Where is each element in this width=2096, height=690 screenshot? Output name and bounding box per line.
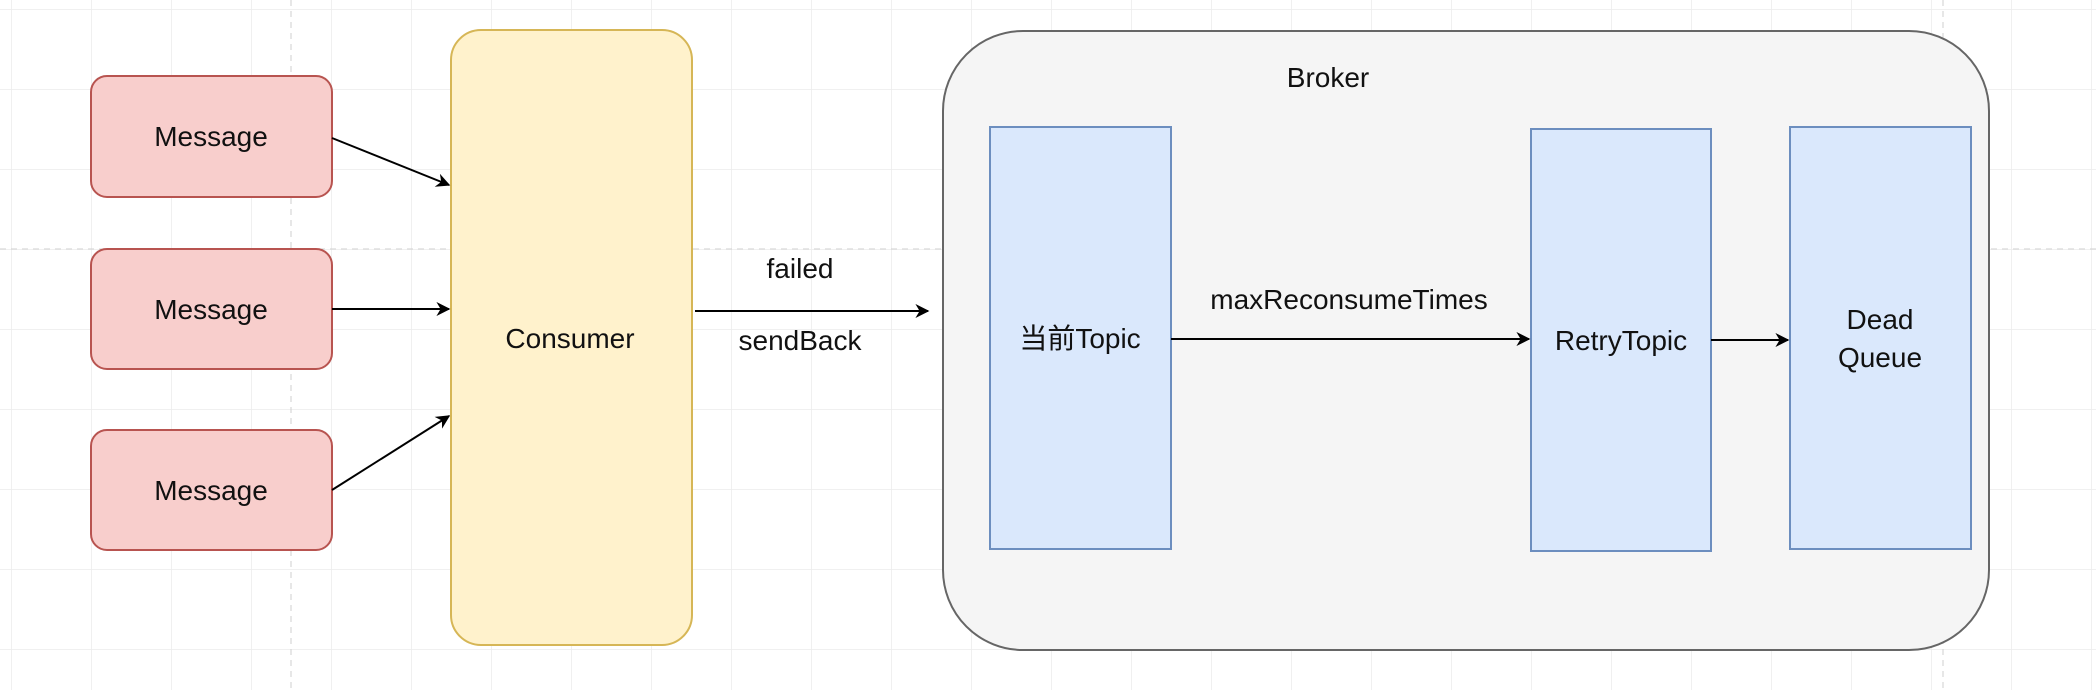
dead-queue-label-line2: Queue [1838,342,1922,373]
message-label: Message [154,475,268,506]
send-back-label: sendBack [739,325,863,356]
max-reconsume-label: maxReconsumeTimes [1210,284,1487,315]
consumer-label: Consumer [505,323,634,354]
failed-label: failed [767,253,834,284]
dead-queue-node[interactable]: Dead Queue [1789,126,1972,550]
retry-topic-node[interactable]: RetryTopic [1530,128,1712,552]
message-label: Message [154,121,268,152]
message-node[interactable]: Message [90,75,333,198]
consumer-node[interactable]: Consumer [450,29,693,646]
current-topic-node[interactable]: 当前Topic [989,126,1172,550]
dead-queue-label-line1: Dead [1847,304,1914,335]
message-label: Message [154,294,268,325]
current-topic-label: 当前Topic [1019,323,1140,354]
message-node[interactable]: Message [90,248,333,370]
retry-topic-label: RetryTopic [1555,325,1687,356]
message-node[interactable]: Message [90,429,333,551]
diagram-canvas: Message Message Message Consumer failed … [0,0,2096,690]
broker-label: Broker [1287,62,1369,93]
